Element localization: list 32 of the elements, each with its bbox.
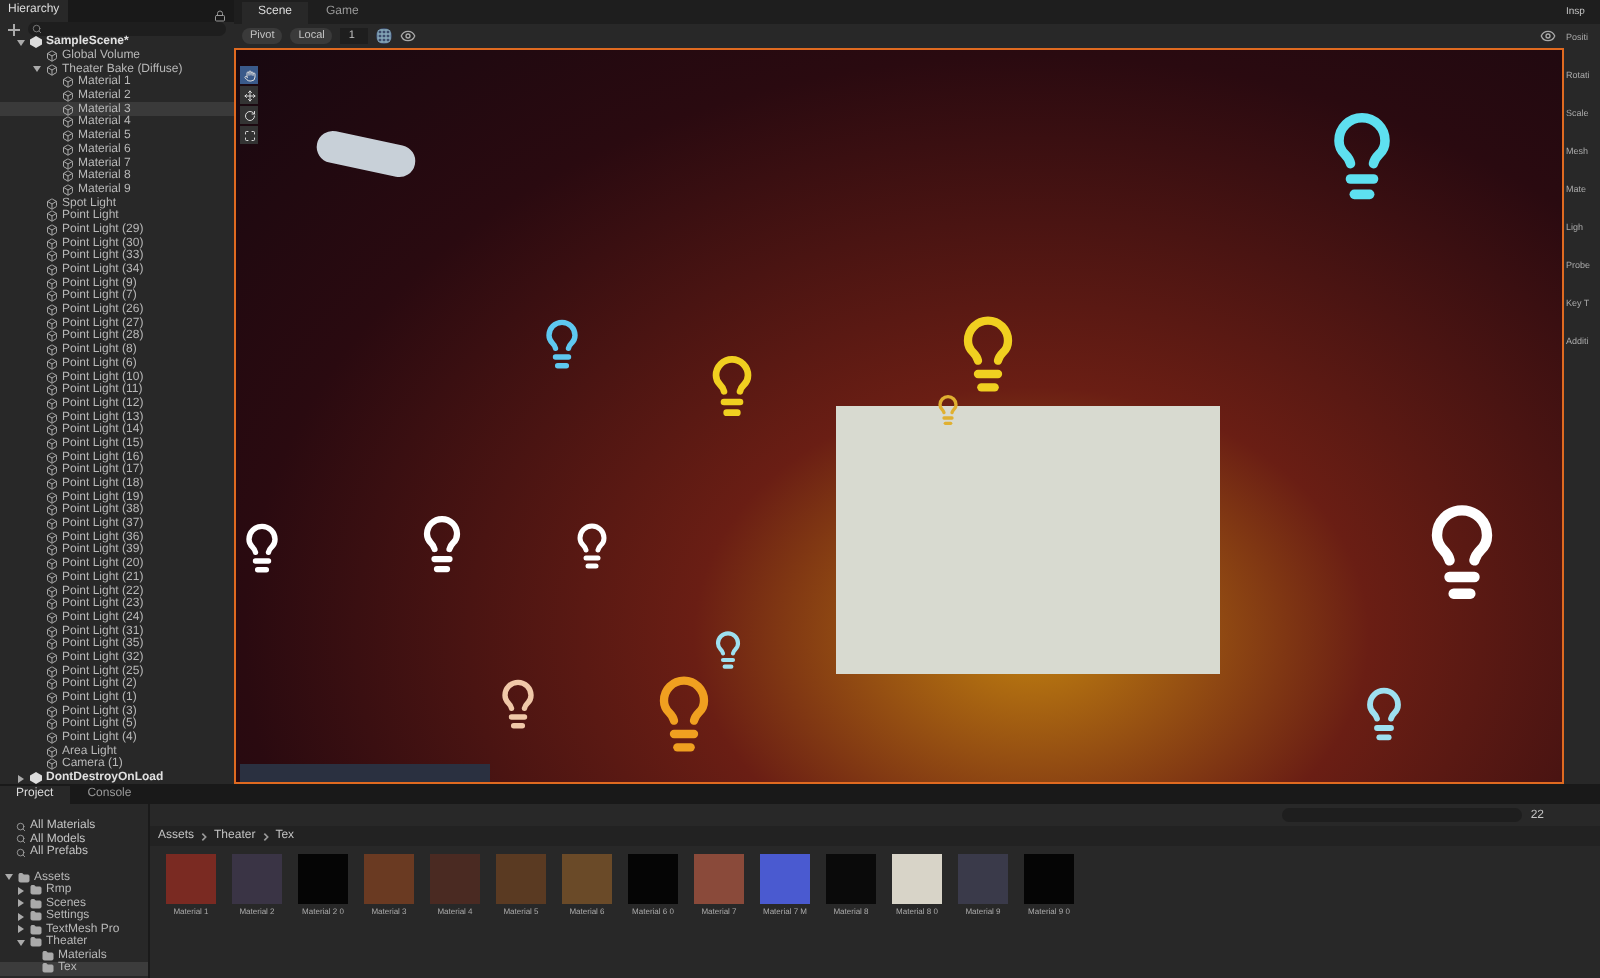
scene-view[interactable] xyxy=(234,48,1564,784)
texture-thumbnail[interactable] xyxy=(628,854,678,904)
tool-button[interactable] xyxy=(240,106,258,124)
texture-thumbnail[interactable] xyxy=(496,854,546,904)
texture-thumbnail[interactable] xyxy=(826,854,876,904)
texture-thumbnail[interactable] xyxy=(760,854,810,904)
caret-icon[interactable] xyxy=(16,773,26,784)
light-gizmo-icon[interactable] xyxy=(932,394,964,426)
chevron-icon xyxy=(200,831,209,841)
lock-icon[interactable] xyxy=(214,10,226,22)
tool-button[interactable] xyxy=(240,86,258,104)
texture-thumbnail[interactable] xyxy=(694,854,744,904)
tool-button[interactable] xyxy=(240,126,258,144)
search-icon xyxy=(32,24,42,34)
add-icon[interactable] xyxy=(8,23,20,35)
texture-thumbnail[interactable] xyxy=(1024,854,1074,904)
tool-button[interactable] xyxy=(240,66,258,84)
caret-icon[interactable] xyxy=(16,37,26,48)
search-field[interactable] xyxy=(28,22,226,36)
texture-thumbnail[interactable] xyxy=(430,854,480,904)
texture-thumbnail[interactable] xyxy=(958,854,1008,904)
texture-thumbnail[interactable] xyxy=(364,854,414,904)
chevron-icon xyxy=(261,831,270,841)
texture-thumbnail[interactable] xyxy=(892,854,942,904)
texture-thumbnail[interactable] xyxy=(298,854,348,904)
caret-icon[interactable] xyxy=(32,64,42,75)
texture-thumbnail[interactable] xyxy=(562,854,612,904)
texture-thumbnail[interactable] xyxy=(166,854,216,904)
texture-thumbnail[interactable] xyxy=(232,854,282,904)
shading-icon[interactable] xyxy=(1540,28,1556,44)
view-icon[interactable] xyxy=(400,28,417,44)
grid-icon[interactable] xyxy=(376,28,393,44)
